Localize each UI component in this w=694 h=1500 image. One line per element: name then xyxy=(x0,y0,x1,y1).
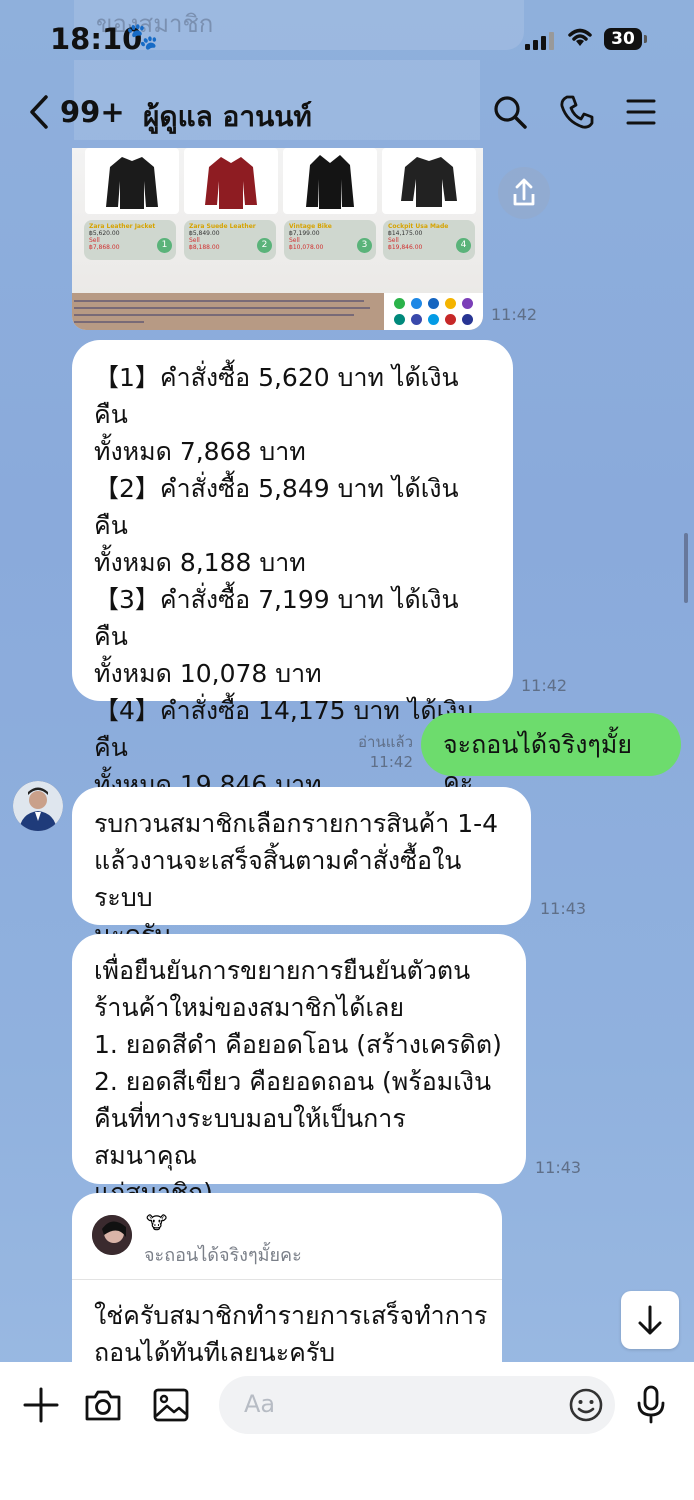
message-line: 1. ยอดสีดำ คือยอดโอน (สร้างเครดิต) xyxy=(94,1030,502,1059)
my-message-bubble[interactable]: จะถอนได้จริงๆมั้ยคะ xyxy=(421,713,681,796)
share-icon xyxy=(513,178,535,206)
scroll-to-bottom-button[interactable] xyxy=(621,1291,679,1349)
price-card: Vintage Bike ฿7,199.00 Sell ฿10,078.00 3 xyxy=(284,220,376,260)
chat-title[interactable]: ผู้ดูแล อานนท์ xyxy=(143,95,312,139)
signal-icon xyxy=(525,30,554,50)
unread-count[interactable]: 99+ xyxy=(60,95,125,129)
quoted-text: จะถอนได้จริงๆมั้ยคะ xyxy=(144,1245,302,1266)
read-receipt: อ่านแล้ว 11:42 xyxy=(358,733,413,771)
input-placeholder: Aa xyxy=(244,1390,276,1418)
price-card: Zara Leather Jacket ฿5,620.00 Sell ฿7,86… xyxy=(84,220,176,260)
image-footer-strip xyxy=(72,293,483,330)
message-line: ทั้งหมด 8,188 บาท xyxy=(94,548,306,577)
message-text: ใช่ครับสมาชิกทำรายการเสร็จทำการ ถอนได้ทั… xyxy=(94,1301,488,1367)
price-card: Cockpit Usa Made ฿14,175.00 Sell ฿19,846… xyxy=(383,220,475,260)
plus-icon[interactable] xyxy=(22,1386,60,1428)
message-line: 2. ยอดสีเขียว คือยอดถอน (พร้อมเงิน xyxy=(94,1067,492,1096)
chevron-left-icon xyxy=(30,95,48,129)
camera-icon[interactable] xyxy=(84,1386,122,1428)
message-line: 【1】คำสั่งซื้อ 5,620 บาท ได้เงินคืน xyxy=(94,363,459,429)
battery-tip xyxy=(644,35,647,43)
message-line: ทั้งหมด 7,868 บาท xyxy=(94,437,306,466)
product-photo xyxy=(85,148,179,214)
message-line: ทั้งหมด 10,078 บาท xyxy=(94,659,322,688)
share-button[interactable] xyxy=(498,167,550,219)
wifi-icon xyxy=(565,24,595,52)
message-time: 11:42 xyxy=(491,305,538,324)
message-time: 11:43 xyxy=(535,1158,582,1177)
image-icon[interactable] xyxy=(152,1386,190,1428)
quote-sender-emoji: 🐮 xyxy=(146,1213,168,1234)
message-line: แล้วงานจะเสร็จสิ้นตามคำสั่งซื้อในระบบ xyxy=(94,846,462,912)
paw-icon: 🐾 xyxy=(126,22,159,52)
fine-print xyxy=(74,296,379,323)
message-line: ร้านค้าใหม่ของสมาชิกได้เลย xyxy=(94,993,404,1022)
battery-icon: 30 xyxy=(604,28,642,50)
back-button[interactable] xyxy=(28,94,50,134)
product-photo xyxy=(382,148,476,214)
product-image-message[interactable]: Zara Leather Jacket ฿5,620.00 Sell ฿7,86… xyxy=(72,148,483,330)
message-line: เพื่อยืนยันการขยายการยืนยันตัวตน xyxy=(94,956,471,985)
price-card: Zara Suede Leather ฿5,849.00 Sell ฿8,188… xyxy=(184,220,276,260)
divider xyxy=(72,1279,502,1280)
message-line: รบกวนสมาชิกเลือกรายการสินค้า 1-4 xyxy=(94,809,499,838)
message-input[interactable] xyxy=(219,1376,615,1434)
message-line: 【2】คำสั่งซื้อ 5,849 บาท ได้เงินคืน xyxy=(94,474,459,540)
message-line: คืนที่ทางระบบมอบให้เป็นการสมนาคุณ xyxy=(94,1104,406,1170)
product-photo xyxy=(184,148,278,214)
avatar xyxy=(92,1215,132,1255)
message-line: 【3】คำสั่งซื้อ 7,199 บาท ได้เงินคืน xyxy=(94,585,459,651)
message-bubble[interactable]: รบกวนสมาชิกเลือกรายการสินค้า 1-4 แล้วงาน… xyxy=(72,787,531,949)
microphone-icon[interactable] xyxy=(634,1384,668,1428)
arrow-down-icon xyxy=(638,1305,662,1335)
payment-logos xyxy=(384,293,483,330)
message-time: 11:43 xyxy=(540,899,587,918)
scrollbar[interactable] xyxy=(684,533,688,603)
product-photo xyxy=(283,148,377,214)
phone-icon[interactable] xyxy=(559,94,595,134)
emoji-icon[interactable] xyxy=(568,1387,604,1427)
message-bubble[interactable]: 【1】คำสั่งซื้อ 5,620 บาท ได้เงินคืน ทั้งห… xyxy=(72,340,513,799)
avatar[interactable] xyxy=(13,781,63,831)
message-time: 11:42 xyxy=(521,676,568,695)
search-icon[interactable] xyxy=(492,94,528,134)
message-bubble[interactable]: เพื่อยืนยันการขยายการยืนยันตัวตน ร้านค้า… xyxy=(72,934,526,1207)
menu-icon[interactable] xyxy=(626,98,656,130)
